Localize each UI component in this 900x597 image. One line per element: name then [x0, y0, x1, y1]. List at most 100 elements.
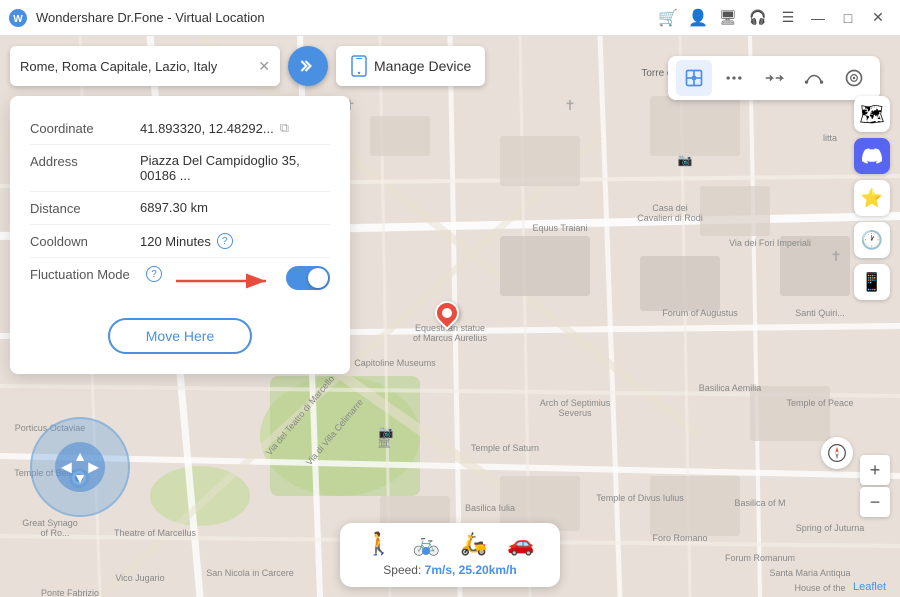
address-row: Address Piazza Del Campidoglio 35, 00186…	[30, 145, 330, 192]
address-label: Address	[30, 153, 140, 169]
jump-teleport-mode-button[interactable]	[756, 60, 792, 96]
bike-mode[interactable]: 🚲	[413, 531, 440, 557]
coordinate-label: Coordinate	[30, 120, 140, 136]
minimize-button[interactable]: —	[804, 4, 832, 32]
svg-text:House of the: House of the	[794, 583, 845, 593]
svg-text:Arch of Septimius: Arch of Septimius	[540, 398, 611, 408]
star-icon-button[interactable]: ⭐	[854, 180, 890, 216]
cooldown-row: Cooldown 120 Minutes ?	[30, 225, 330, 258]
route-mode-button[interactable]	[796, 60, 832, 96]
svg-text:Temple of Divus Iulius: Temple of Divus Iulius	[596, 493, 684, 503]
title-bar: W Wondershare Dr.Fone - Virtual Location…	[0, 0, 900, 36]
speed-value: 7m/s, 25.20km/h	[425, 563, 517, 577]
leaflet-credit[interactable]: Leaflet	[853, 581, 886, 593]
screen-icon[interactable]: 🖥	[714, 4, 742, 32]
speed-modes: 🚶 🚲 🛵 🚗	[365, 531, 535, 557]
svg-text:Santi Quiri...: Santi Quiri...	[795, 308, 845, 318]
manage-device-label: Manage Device	[374, 58, 471, 74]
fluctuation-help-icon[interactable]: ?	[146, 266, 162, 282]
info-panel: Coordinate 41.893320, 12.48292... ⧉ Addr…	[10, 96, 350, 374]
svg-text:Capitoline Museums: Capitoline Museums	[354, 358, 436, 368]
cart-icon[interactable]: 🛒	[654, 4, 682, 32]
app-icon-button[interactable]: 📱	[854, 264, 890, 300]
svg-text:Casa dei: Casa dei	[652, 203, 688, 213]
svg-text:of Marcus Aurelius: of Marcus Aurelius	[413, 333, 488, 343]
svg-text:Equus Traiani: Equus Traiani	[532, 223, 587, 233]
moped-mode[interactable]: 🛵	[460, 531, 487, 557]
maximize-button[interactable]: □	[834, 4, 862, 32]
svg-text:litta: litta	[823, 133, 837, 143]
svg-text:San Nicola in Carcere: San Nicola in Carcere	[206, 568, 294, 578]
phone-icon	[350, 55, 368, 77]
joystick-mode-button[interactable]	[836, 60, 872, 96]
svg-text:Temple of Saturn: Temple of Saturn	[471, 443, 539, 453]
destination-map-pin	[435, 301, 459, 329]
svg-text:W: W	[13, 14, 23, 25]
drive-mode[interactable]: 🚗	[507, 531, 534, 557]
joystick-down[interactable]: ▼	[73, 470, 87, 486]
joystick-control[interactable]: ▲ ▼ ◀ ▶	[30, 417, 130, 517]
svg-text:Basilica Aemilia: Basilica Aemilia	[699, 383, 762, 393]
joystick-left[interactable]: ◀	[61, 459, 72, 476]
compass-button[interactable]	[821, 437, 853, 469]
svg-text:Via dei Fori Imperiali: Via dei Fori Imperiali	[729, 238, 811, 248]
svg-text:Basilica Iulia: Basilica Iulia	[465, 503, 515, 513]
joystick-right[interactable]: ▶	[88, 459, 99, 476]
coordinate-row: Coordinate 41.893320, 12.48292... ⧉	[30, 112, 330, 145]
search-clear-button[interactable]: ✕	[258, 58, 270, 75]
svg-text:Great Synago: Great Synago	[22, 518, 78, 528]
fluctuation-toggle[interactable]	[286, 266, 330, 290]
svg-text:of Ro...: of Ro...	[40, 528, 69, 538]
zoom-in-button[interactable]: +	[860, 455, 890, 485]
svg-text:Severus: Severus	[558, 408, 592, 418]
cooldown-value: 120 Minutes	[140, 234, 211, 249]
user-icon[interactable]: 👤	[684, 4, 712, 32]
distance-row: Distance 6897.30 km	[30, 192, 330, 225]
svg-text:Ponte Fabrizio: Ponte Fabrizio	[41, 588, 99, 597]
headset-icon[interactable]: 🎧	[744, 4, 772, 32]
close-button[interactable]: ✕	[864, 4, 892, 32]
moped-icon: 🛵	[460, 531, 487, 557]
svg-text:📷: 📷	[678, 153, 693, 167]
multi-stop-mode-button[interactable]	[716, 60, 752, 96]
navigation-button[interactable]	[288, 46, 328, 86]
search-value: Rome, Roma Capitale, Lazio, Italy	[20, 59, 252, 74]
teleport-mode-button[interactable]	[676, 60, 712, 96]
svg-text:Forum Romanum: Forum Romanum	[725, 553, 795, 563]
svg-text:Forum of Augustus: Forum of Augustus	[662, 308, 738, 318]
menu-icon[interactable]: ☰	[774, 4, 802, 32]
app-logo: W	[8, 8, 28, 28]
coordinate-value: 41.893320, 12.48292...	[140, 121, 274, 136]
google-maps-icon-button[interactable]: 🗺	[854, 96, 890, 132]
walk-icon: 🚶	[365, 531, 392, 557]
svg-text:Vico Jugario: Vico Jugario	[115, 573, 164, 583]
top-toolbar: Rome, Roma Capitale, Lazio, Italy ✕ Mana…	[10, 46, 890, 86]
zoom-out-button[interactable]: −	[860, 487, 890, 517]
search-bar[interactable]: Rome, Roma Capitale, Lazio, Italy ✕	[10, 46, 280, 86]
move-here-button[interactable]: Move Here	[108, 318, 252, 354]
mode-toolbar	[668, 56, 880, 100]
address-value: Piazza Del Campidoglio 35, 00186 ...	[140, 153, 330, 183]
speed-label: Speed:	[383, 563, 421, 577]
svg-text:Basilica of M: Basilica of M	[734, 498, 785, 508]
svg-text:Temple of Peace: Temple of Peace	[786, 398, 853, 408]
app-title: Wondershare Dr.Fone - Virtual Location	[36, 10, 265, 25]
distance-label: Distance	[30, 200, 140, 216]
svg-text:🏛: 🏛	[377, 436, 391, 449]
svg-text:Theatre of Marcellus: Theatre of Marcellus	[114, 528, 197, 538]
coordinate-copy-icon[interactable]: ⧉	[280, 120, 289, 136]
zoom-controls: + −	[860, 455, 890, 517]
svg-text:Spring of Juturna: Spring of Juturna	[796, 523, 865, 533]
speed-display: Speed: 7m/s, 25.20km/h	[383, 563, 516, 577]
joystick-up[interactable]: ▲	[73, 448, 87, 464]
cooldown-label: Cooldown	[30, 233, 140, 249]
svg-text:Cavalieri di Rodi: Cavalieri di Rodi	[637, 213, 703, 223]
cooldown-help-icon[interactable]: ?	[217, 233, 233, 249]
walk-mode[interactable]: 🚶	[365, 531, 392, 557]
fluctuation-row: Fluctuation Mode ?	[30, 258, 330, 304]
manage-device-button[interactable]: Manage Device	[336, 46, 485, 86]
speed-bar: 🚶 🚲 🛵 🚗 Speed: 7m/s, 25.20km/h	[340, 523, 560, 587]
clock-icon-button[interactable]: 🕐	[854, 222, 890, 258]
discord-icon-button[interactable]	[854, 138, 890, 174]
drive-icon: 🚗	[507, 531, 534, 557]
